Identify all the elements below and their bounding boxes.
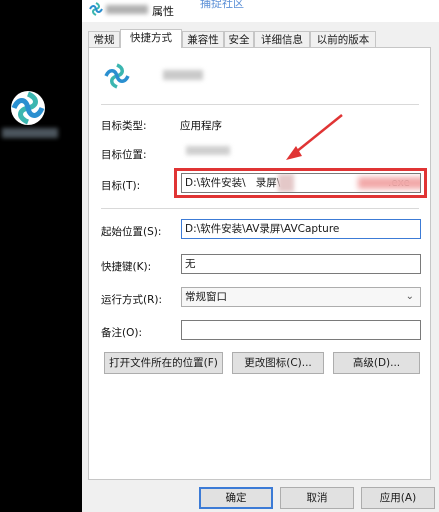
run-label: 运行方式(R):: [101, 294, 163, 306]
divider: [101, 104, 419, 105]
shortcut-key-field[interactable]: 无: [181, 254, 421, 274]
app-logo-icon: [89, 2, 103, 16]
tab-security[interactable]: 安全: [224, 31, 254, 47]
title-bar: 属性 捕捉社区: [82, 0, 439, 22]
app-name-redacted: [163, 70, 203, 80]
desktop: [0, 0, 82, 512]
advanced-button[interactable]: 高级(D)...: [333, 352, 420, 374]
change-icon-button[interactable]: 更改图标(C)...: [232, 352, 324, 374]
divider: [101, 208, 419, 209]
comment-field[interactable]: [181, 320, 421, 340]
target-location-label: 目标位置:: [101, 149, 147, 161]
header-link[interactable]: 捕捉社区: [200, 0, 244, 11]
target-type-label: 目标类型:: [101, 120, 147, 132]
tab-shortcut[interactable]: 快捷方式: [120, 29, 182, 48]
start-in-label: 起始位置(S):: [101, 226, 162, 238]
highlight-box: [174, 168, 427, 198]
properties-dialog: 属性 捕捉社区 常规 快捷方式 兼容性 安全 详细信息 以前的版本 目标类型: …: [82, 0, 439, 512]
chevron-down-icon: ⌄: [405, 291, 414, 302]
shortcut-panel: 目标类型: 应用程序 目标位置: 目标(T): D:\软件安装\录屏\.exe …: [88, 47, 431, 480]
open-location-button[interactable]: 打开文件所在的位置(F): [104, 352, 223, 374]
target-type-value: 应用程序: [180, 120, 222, 132]
apply-button[interactable]: 应用(A): [361, 487, 435, 509]
run-select[interactable]: 常规窗口 ⌄: [181, 287, 421, 307]
window-title: 属性: [152, 5, 174, 18]
ok-button[interactable]: 确定: [199, 487, 273, 509]
tab-general[interactable]: 常规: [88, 31, 120, 47]
comment-label: 备注(O):: [101, 327, 142, 339]
cancel-button[interactable]: 取消: [280, 487, 354, 509]
shortcut-key-label: 快捷键(K):: [101, 261, 152, 273]
desktop-shortcut-icon[interactable]: [8, 88, 48, 128]
start-in-field[interactable]: D:\软件安装\AV录屏\AVCapture: [181, 219, 421, 239]
target-label: 目标(T):: [101, 180, 141, 192]
desktop-shortcut-label: [2, 128, 58, 138]
tab-previous-versions[interactable]: 以前的版本: [310, 31, 376, 47]
target-location-redacted: [186, 146, 230, 155]
tab-details[interactable]: 详细信息: [254, 31, 310, 47]
app-logo-icon: [104, 63, 130, 89]
title-redacted: [106, 5, 148, 14]
tab-compatibility[interactable]: 兼容性: [182, 31, 224, 47]
